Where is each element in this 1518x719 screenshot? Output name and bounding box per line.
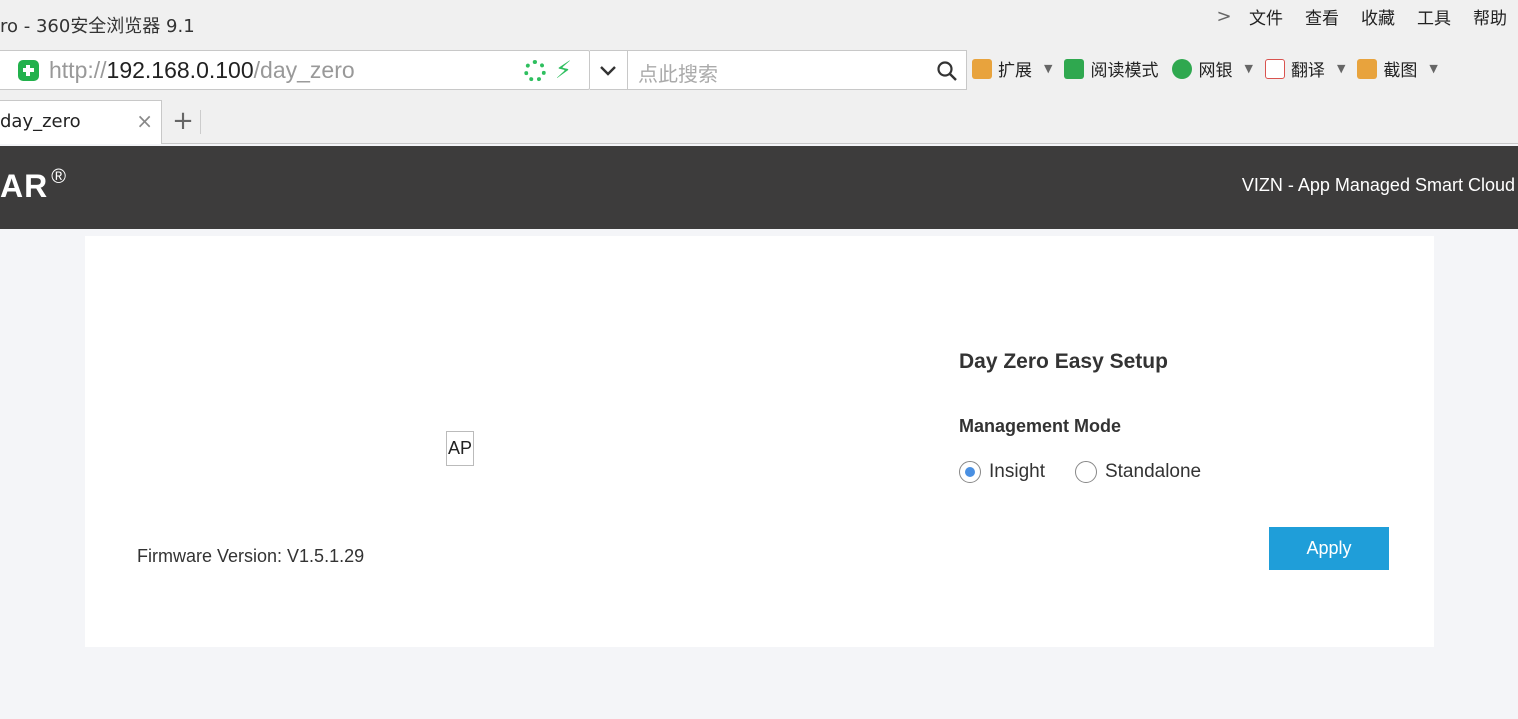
setup-card: AP Firmware Version: V1.5.1.29 Day Zero … <box>85 236 1434 647</box>
radio-standalone[interactable] <box>1074 461 1097 483</box>
screenshot-label: 截图 <box>1383 61 1418 81</box>
mode-option-standalone[interactable]: Standalone <box>1074 461 1201 483</box>
chevron-down-icon <box>600 66 616 76</box>
translate-icon <box>1264 58 1285 79</box>
menu-item-favorites[interactable]: 收藏 <box>1350 4 1406 29</box>
render-mode-icon[interactable] <box>524 60 546 82</box>
chevron-right-icon[interactable]: > <box>1210 6 1238 27</box>
url-host: 192.168.0.100 <box>106 57 254 83</box>
security-shield-icon[interactable] <box>18 60 39 81</box>
firmware-version: Firmware Version: V1.5.1.29 <box>137 546 365 566</box>
management-mode-label: Management Mode <box>959 416 1122 436</box>
radio-standalone-label[interactable]: Standalone <box>1105 461 1201 483</box>
lightning-icon[interactable]: ⚡ <box>555 55 572 85</box>
window-titlebar: ro - 360安全浏览器 9.1 > 文件 查看 收藏 工具 帮助 <box>0 0 1518 48</box>
device-image: AP <box>446 431 474 466</box>
app-header: AR ® VIZN - App Managed Smart Cloud <box>0 146 1518 229</box>
caret-down-icon[interactable]: ▼ <box>1429 62 1437 75</box>
netbank-button[interactable]: 网银 ▼ <box>1172 56 1258 81</box>
screenshot-button[interactable]: 截图 ▼ <box>1357 56 1443 81</box>
radio-insight-label[interactable]: Insight <box>989 461 1045 483</box>
header-tagline: VIZN - App Managed Smart Cloud <box>1241 175 1515 195</box>
reading-mode-icon <box>1064 58 1085 79</box>
url-path: /day_zero <box>253 57 355 83</box>
search-box[interactable]: 点此搜索 <box>628 50 967 90</box>
radio-insight[interactable] <box>959 461 981 483</box>
browser-toolbar: http://192.168.0.100/day_zero ⚡ 点此搜索 扩展 ▼… <box>0 48 1518 92</box>
mode-option-insight[interactable]: Insight <box>959 461 1045 483</box>
caret-down-icon[interactable]: ▼ <box>1244 62 1252 75</box>
menu-item-view[interactable]: 查看 <box>1294 4 1350 29</box>
translate-button[interactable]: 翻译 ▼ <box>1264 56 1351 81</box>
brand-text: AR <box>0 168 49 204</box>
registered-mark: ® <box>51 166 67 188</box>
setup-title: Day Zero Easy Setup <box>959 350 1168 373</box>
reading-mode-label: 阅读模式 <box>1090 61 1159 81</box>
address-bar[interactable]: http://192.168.0.100/day_zero ⚡ <box>0 50 590 90</box>
menu-item-tools[interactable]: 工具 <box>1406 4 1462 29</box>
translate-label: 翻译 <box>1290 61 1325 81</box>
brand-logo: AR ® <box>0 166 67 205</box>
new-tab-button[interactable]: + <box>166 104 200 138</box>
caret-down-icon[interactable]: ▼ <box>1044 62 1052 75</box>
netbank-icon <box>1172 58 1193 79</box>
address-url[interactable]: http://192.168.0.100/day_zero <box>49 57 355 84</box>
address-dropdown-button[interactable] <box>590 50 628 90</box>
close-icon[interactable]: × <box>136 109 153 133</box>
tab-bar: day_zero × + <box>0 92 1518 144</box>
search-placeholder[interactable]: 点此搜索 <box>638 58 718 87</box>
menu-item-file[interactable]: 文件 <box>1238 4 1294 29</box>
reading-mode-button[interactable]: 阅读模式 <box>1064 56 1158 81</box>
management-mode-radio-group: Insight Standalone <box>959 461 1231 483</box>
extensions-button[interactable]: 扩展 ▼ <box>972 56 1058 81</box>
caret-down-icon[interactable]: ▼ <box>1337 62 1345 75</box>
search-icon[interactable] <box>936 60 958 82</box>
screenshot-icon <box>1357 58 1378 79</box>
extensions-icon <box>972 58 992 79</box>
window-title: ro - 360安全浏览器 9.1 <box>0 16 195 37</box>
url-scheme: http:// <box>49 57 107 83</box>
menu-item-help[interactable]: 帮助 <box>1462 4 1518 29</box>
menu-bar: > 文件 查看 收藏 工具 帮助 <box>1210 4 1518 29</box>
netbank-label: 网银 <box>1198 61 1233 81</box>
extensions-label: 扩展 <box>998 61 1032 81</box>
apply-button[interactable]: Apply <box>1269 527 1389 570</box>
extension-toolbar: 扩展 ▼ 阅读模式 网银 ▼ 翻译 ▼ 截图 ▼ <box>972 56 1450 81</box>
tab-day-zero[interactable]: day_zero × <box>0 100 162 144</box>
tab-divider <box>200 110 201 134</box>
tab-label: day_zero <box>0 111 81 132</box>
